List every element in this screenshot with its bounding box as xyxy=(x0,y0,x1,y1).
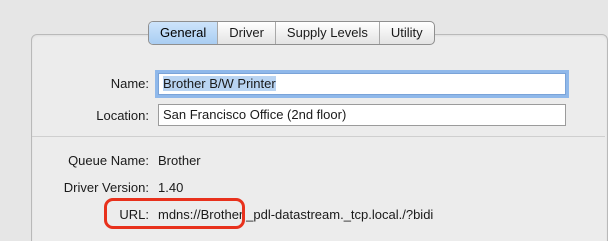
tab-general[interactable]: General xyxy=(149,22,218,44)
tab-bar: General Driver Supply Levels Utility xyxy=(148,21,435,45)
url-value: mdns://Brother._pdl-datastream._tcp.loca… xyxy=(158,207,434,222)
printer-info-window: General Driver Supply Levels Utility Nam… xyxy=(0,0,608,241)
url-label: URL: xyxy=(119,207,149,222)
name-field-value: Brother B/W Printer xyxy=(163,76,276,91)
section-divider xyxy=(32,136,605,137)
location-field[interactable]: San Francisco Office (2nd floor) xyxy=(158,104,566,126)
queue-name-label: Queue Name: xyxy=(68,153,149,168)
tab-driver[interactable]: Driver xyxy=(217,22,275,44)
queue-name-value: Brother xyxy=(158,153,201,168)
tab-supply-levels[interactable]: Supply Levels xyxy=(274,22,379,44)
location-field-value: San Francisco Office (2nd floor) xyxy=(163,107,347,122)
tab-utility[interactable]: Utility xyxy=(378,22,434,44)
location-label: Location: xyxy=(96,108,149,123)
driver-version-label: Driver Version: xyxy=(63,180,149,195)
driver-version-value: 1.40 xyxy=(158,180,184,195)
name-label: Name: xyxy=(110,76,149,91)
name-field[interactable]: Brother B/W Printer xyxy=(158,73,566,95)
